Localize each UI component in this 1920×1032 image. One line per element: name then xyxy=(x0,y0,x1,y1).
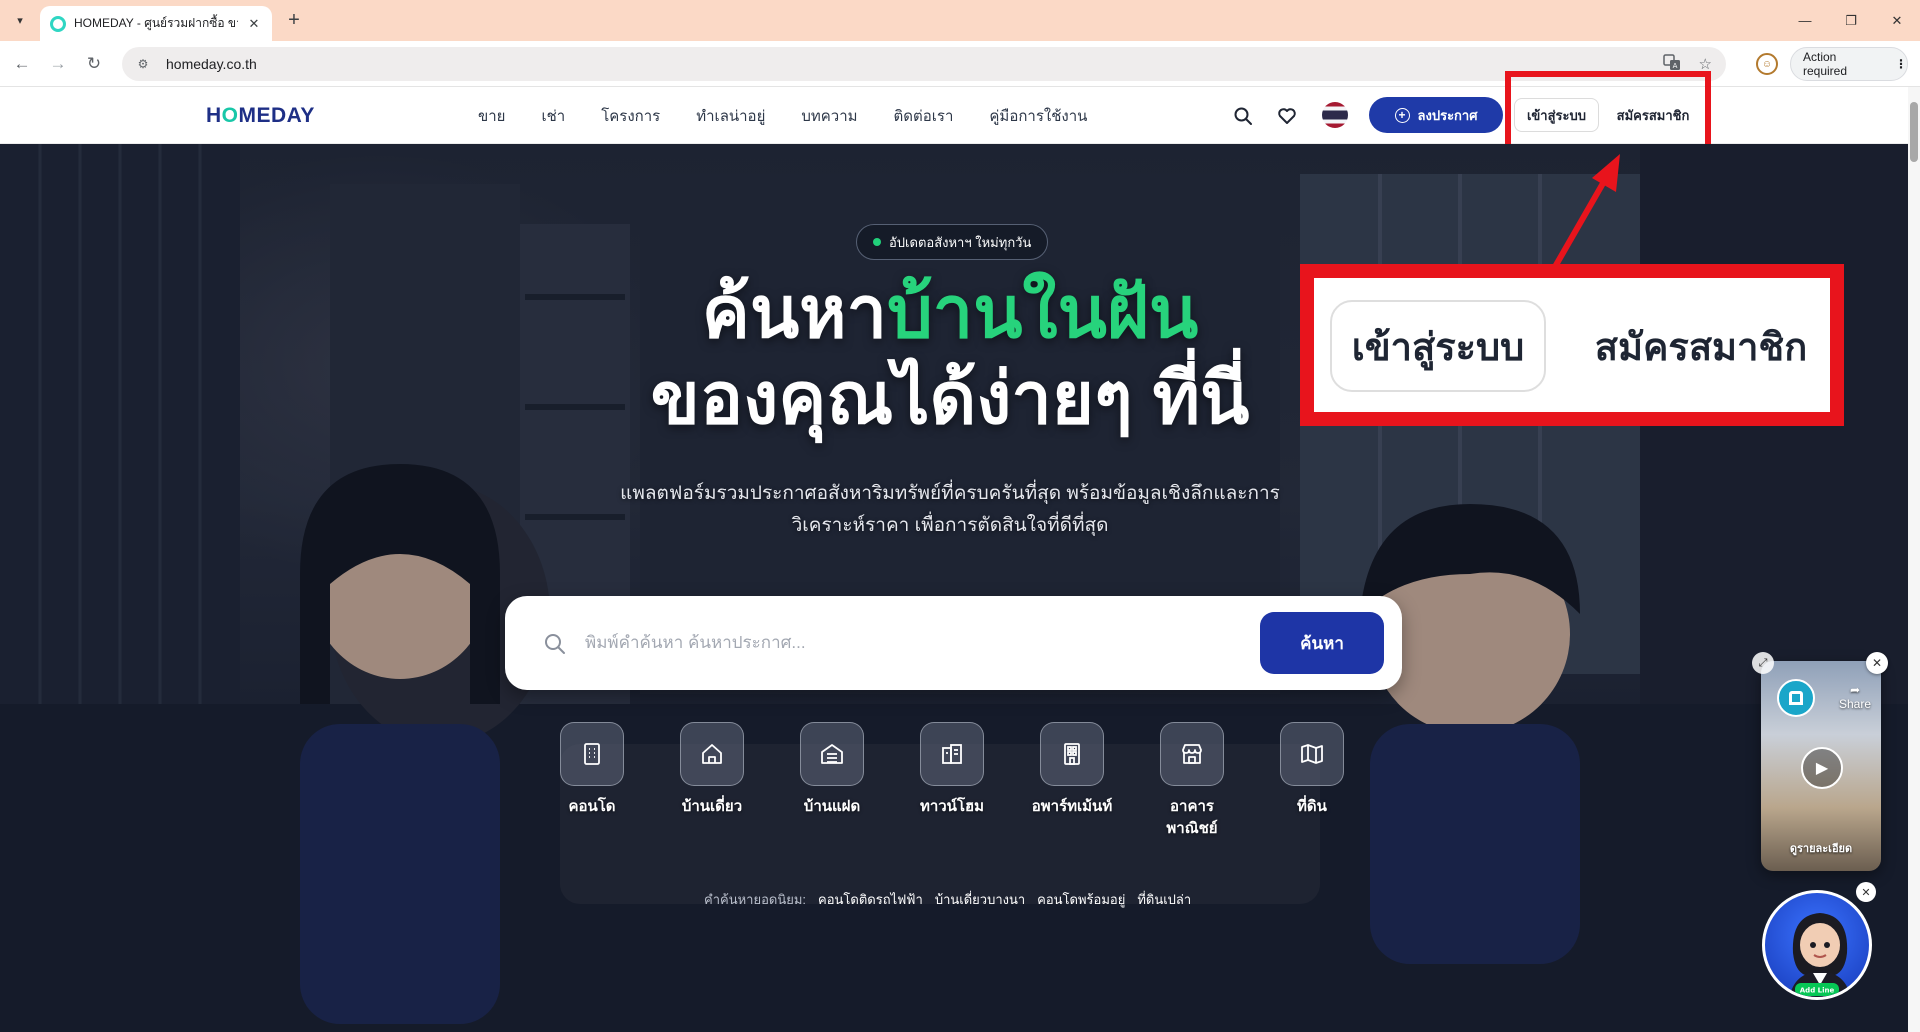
category-land[interactable]: ที่ดิน xyxy=(1262,722,1362,818)
popular-term-link[interactable]: บ้านเดี่ยวบางนา xyxy=(935,889,1025,910)
post-listing-label: ลงประกาศ xyxy=(1417,107,1478,123)
nav-rent[interactable]: เช่า xyxy=(541,104,565,128)
update-badge: อัปเดตอสังหาฯ ใหม่ทุกวัน xyxy=(856,224,1049,260)
new-tab-icon[interactable]: + xyxy=(282,9,306,33)
share-button[interactable]: ➦ Share xyxy=(1839,683,1871,711)
video-widget[interactable]: ➦ Share ▶ ดูรายละเอียด xyxy=(1761,661,1881,871)
update-badge-text: อัปเดตอสังหาฯ ใหม่ทุกวัน xyxy=(889,234,1032,250)
category-label: อพาร์ทเม้นท์ xyxy=(1031,798,1113,815)
thai-flag-language-icon[interactable] xyxy=(1322,102,1348,128)
logo-text-rest: MEDAY xyxy=(238,104,315,127)
callout-arrow-icon xyxy=(1549,154,1620,274)
logo-text-o: O xyxy=(221,104,239,127)
popular-term-link[interactable]: ที่ดินเปล่า xyxy=(1137,889,1191,910)
category-label: ที่ดิน xyxy=(1297,798,1327,815)
category-label: อาคาร พาณิชย์ xyxy=(1166,798,1218,837)
window-close-icon[interactable]: ✕ xyxy=(1874,0,1920,41)
restore-icon[interactable]: ❐ xyxy=(1828,0,1874,41)
property-categories: คอนโด บ้านเดี่ยว บ้านแฝด ทาวน์โฮม อพาร์ท… xyxy=(0,722,1908,862)
callout-login-button: เข้าสู่ระบบ xyxy=(1330,300,1546,392)
homeday-logo[interactable]: HOMEDAY xyxy=(206,104,315,128)
chat-close-icon[interactable]: ✕ xyxy=(1856,882,1876,902)
popular-term-link[interactable]: คอนโดพร้อมอยู่ xyxy=(1037,889,1125,910)
line-chat-avatar[interactable]: Add Line xyxy=(1762,890,1872,1000)
video-close-icon[interactable]: ✕ xyxy=(1866,652,1888,674)
svg-text:A: A xyxy=(1672,62,1677,70)
popular-term-link[interactable]: คอนโดติดรถไฟฟ้า xyxy=(818,889,923,910)
category-single-house[interactable]: บ้านเดี่ยว xyxy=(662,722,762,818)
tab-close-icon[interactable]: ✕ xyxy=(246,16,262,32)
scrollbar-thumb[interactable] xyxy=(1910,102,1918,162)
forward-arrow-icon[interactable]: → xyxy=(46,52,70,76)
homeday-favicon-icon xyxy=(50,15,66,32)
search-icon xyxy=(543,632,567,656)
zoomed-auth-callout: เข้าสู่ระบบ สมัครสมาชิก xyxy=(1300,264,1844,426)
reload-icon[interactable]: ↻ xyxy=(82,52,106,76)
scrollbar-track[interactable] xyxy=(1908,87,1920,1032)
nav-locations[interactable]: ทำเลน่าอยู่ xyxy=(696,104,765,128)
headline-part1: ค้นหา xyxy=(701,273,888,353)
action-required-label: Action required xyxy=(1803,50,1848,78)
twin-house-icon xyxy=(800,722,864,786)
window-controls: — ❐ ✕ xyxy=(1782,0,1920,41)
headline-line2: ของคุณได้ง่ายๆ ที่นี่ xyxy=(650,359,1250,439)
map-icon xyxy=(1280,722,1344,786)
header-search-icon[interactable] xyxy=(1231,104,1255,128)
live-dot-icon xyxy=(873,238,881,246)
nav-guide[interactable]: คู่มือการใช้งาน xyxy=(989,104,1087,128)
subtitle-line2: วิเคราะห์ราคา เพื่อการตัดสินใจที่ดีที่สุ… xyxy=(791,515,1109,536)
action-required-button[interactable]: Action required ⋮ xyxy=(1790,47,1908,81)
tab-title: HOMEDAY - ศูนย์รวมฝากซื้อ ขาย xyxy=(74,16,238,30)
favorite-heart-icon[interactable] xyxy=(1275,104,1299,128)
category-label: บ้านแฝด xyxy=(803,798,861,815)
hero-search-box: ค้นหา xyxy=(505,596,1402,690)
post-listing-button[interactable]: + ลงประกาศ xyxy=(1369,97,1503,133)
nav-contact[interactable]: ติดต่อเรา xyxy=(894,104,954,128)
store-icon xyxy=(1160,722,1224,786)
minimize-icon[interactable]: — xyxy=(1782,0,1828,41)
add-line-label: Add Line xyxy=(1800,987,1835,995)
hero-subtitle: แพลตฟอร์มรวมประกาศอสังหาริมทรัพย์ที่ครบค… xyxy=(560,478,1340,542)
category-label: ทาวน์โฮม xyxy=(919,798,985,815)
view-details-link[interactable]: ดูรายละเอียด xyxy=(1761,839,1881,857)
category-label: คอนโด xyxy=(568,798,616,815)
back-arrow-icon[interactable]: ← xyxy=(10,52,34,76)
search-button[interactable]: ค้นหา xyxy=(1260,612,1384,674)
expand-icon[interactable]: ⤢ xyxy=(1752,652,1774,674)
callout-register-button: สมัครสมาชิก xyxy=(1594,326,1808,369)
browser-tab[interactable]: HOMEDAY - ศูนย์รวมฝากซื้อ ขาย ✕ xyxy=(40,6,272,41)
main-nav: ขาย เช่า โครงการ ทำเลน่าอยู่ บทความ ติดต… xyxy=(478,87,1087,144)
category-townhome[interactable]: ทาวน์โฮม xyxy=(902,722,1002,818)
subtitle-line1: แพลตฟอร์มรวมประกาศอสังหาริมทรัพย์ที่ครบค… xyxy=(620,483,1280,504)
profile-icon[interactable]: ☺ xyxy=(1756,53,1778,75)
category-twin-house[interactable]: บ้านแฝด xyxy=(782,722,882,818)
browser-tab-bar: ▾ HOMEDAY - ศูนย์รวมฝากซื้อ ขาย ✕ + — ❐ … xyxy=(0,0,1920,41)
apartment-icon xyxy=(1040,722,1104,786)
house-icon xyxy=(680,722,744,786)
popular-searches-label: คำค้นหายอดนิยม: xyxy=(704,892,807,907)
condo-building-icon xyxy=(560,722,624,786)
headline-highlight: บ้านในฝัน xyxy=(887,273,1199,353)
site-info-icon[interactable]: ⚙ xyxy=(132,53,154,75)
url-text[interactable]: homeday.co.th xyxy=(166,56,257,72)
play-icon[interactable]: ▶ xyxy=(1801,747,1843,789)
category-label: บ้านเดี่ยว xyxy=(681,798,743,815)
category-condo[interactable]: คอนโด xyxy=(542,722,642,818)
category-commercial[interactable]: อาคาร พาณิชย์ xyxy=(1142,722,1242,840)
nav-sell[interactable]: ขาย xyxy=(478,104,505,128)
search-input[interactable] xyxy=(585,621,1185,665)
nav-projects[interactable]: โครงการ xyxy=(601,104,660,128)
homeday-logo-icon xyxy=(1777,679,1815,717)
plus-circle-icon: + xyxy=(1394,107,1410,123)
nav-articles[interactable]: บทความ xyxy=(801,104,857,128)
address-bar[interactable]: ⚙ homeday.co.th A ☆ xyxy=(122,47,1726,81)
popular-searches: คำค้นหายอดนิยม: คอนโดติดรถไฟฟ้า บ้านเดี่… xyxy=(704,889,1191,910)
category-apartment[interactable]: อพาร์ทเม้นท์ xyxy=(1022,722,1122,818)
logo-text-h: H xyxy=(206,104,222,127)
hero-headline: ค้นหาบ้านในฝัน ของคุณได้ง่ายๆ ที่นี่ xyxy=(500,270,1400,442)
share-label: Share xyxy=(1838,697,1871,711)
kebab-menu-icon[interactable]: ⋮ xyxy=(1895,57,1907,71)
townhome-icon xyxy=(920,722,984,786)
tab-search-chevron-icon[interactable]: ▾ xyxy=(8,8,32,32)
